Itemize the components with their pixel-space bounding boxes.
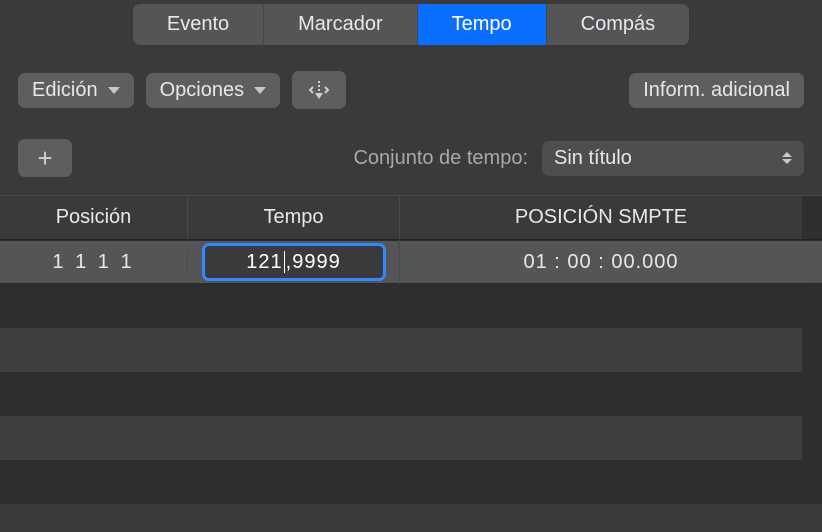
catch-playhead-button[interactable] <box>292 71 346 109</box>
header-smpte[interactable]: POSICIÓN SMPTE <box>400 196 802 239</box>
scrollbar-track[interactable] <box>802 196 822 239</box>
empty-row <box>0 416 802 460</box>
empty-row <box>0 460 802 504</box>
empty-row <box>0 284 802 328</box>
cell-smpte[interactable]: 01 : 00 : 00.000 <box>400 251 802 274</box>
opciones-menu[interactable]: Opciones <box>146 73 281 108</box>
list-editor-tabs: Evento Marcador Tempo Compás <box>133 4 689 45</box>
empty-row <box>0 372 802 416</box>
inform-adicional-button[interactable]: Inform. adicional <box>629 73 804 108</box>
updown-icon <box>782 152 792 164</box>
add-event-button[interactable]: + <box>18 139 72 177</box>
header-tempo[interactable]: Tempo <box>188 196 400 239</box>
tab-compas[interactable]: Compás <box>547 4 689 45</box>
tab-marcador[interactable]: Marcador <box>264 4 417 45</box>
tempo-set-label: Conjunto de tempo: <box>353 147 528 170</box>
edicion-menu[interactable]: Edición <box>18 73 134 108</box>
playhead-icon <box>306 79 332 101</box>
tempo-input[interactable]: 121,9999 <box>202 243 386 281</box>
chevron-down-icon <box>108 87 120 94</box>
chevron-down-icon <box>254 87 266 94</box>
cell-tempo[interactable]: 121,9999 <box>188 240 400 284</box>
tab-tempo[interactable]: Tempo <box>418 4 547 45</box>
table-header: Posición Tempo POSICIÓN SMPTE <box>0 195 822 239</box>
scrollbar-track[interactable] <box>802 284 822 504</box>
opciones-label: Opciones <box>160 79 245 102</box>
header-posicion[interactable]: Posición <box>0 196 188 239</box>
tempo-set-value: Sin título <box>554 147 632 170</box>
tempo-value-before-caret: 121 <box>246 251 282 274</box>
text-caret <box>284 251 285 273</box>
table-row[interactable]: 1 1 1 1 121,9999 01 : 00 : 00.000 <box>0 240 822 284</box>
cell-posicion[interactable]: 1 1 1 1 <box>0 251 188 274</box>
tempo-value-after-caret: ,9999 <box>286 251 341 274</box>
tempo-set-select[interactable]: Sin título <box>542 141 804 176</box>
tab-evento[interactable]: Evento <box>133 4 264 45</box>
empty-row <box>0 328 802 372</box>
edicion-label: Edición <box>32 79 98 102</box>
plus-icon: + <box>37 145 52 171</box>
inform-adicional-label: Inform. adicional <box>643 79 790 102</box>
